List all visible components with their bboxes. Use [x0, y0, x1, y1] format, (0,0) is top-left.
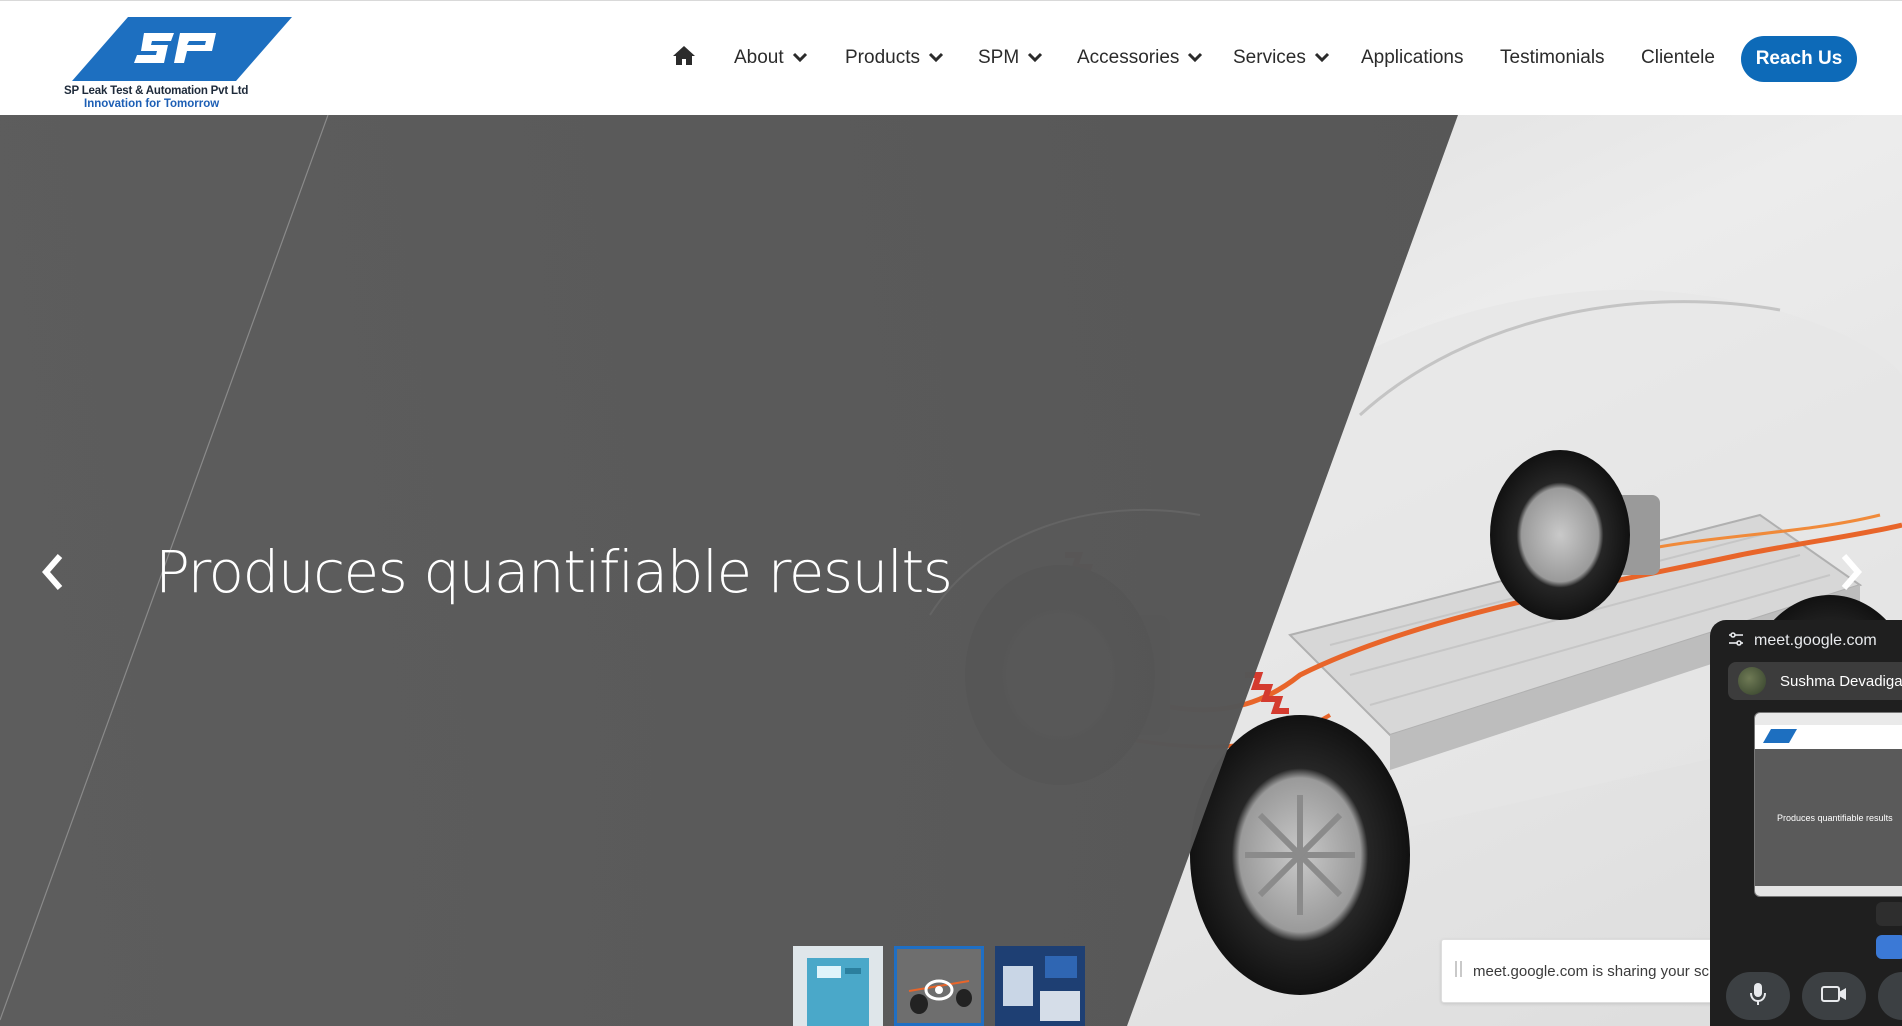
nav-item-label: Accessories	[1077, 47, 1180, 68]
leak-tester-unit-thumbnail[interactable]	[793, 946, 883, 1026]
reach-us-button[interactable]: Reach Us	[1741, 36, 1857, 82]
pip-url-text: meet.google.com	[1754, 632, 1877, 649]
pip-url-bar: meet.google.com	[1728, 630, 1877, 652]
preview-taskbar	[1755, 886, 1902, 896]
preview-title: Produces quantifiable results	[1777, 813, 1893, 823]
nav-item-services[interactable]: Services	[1233, 46, 1330, 70]
main-nav: About Products SPM Accessories Services	[0, 1, 1902, 116]
nav-item-label: Clientele	[1641, 47, 1715, 68]
site-header: SP Leak Test & Automation Pvt Ltd Innova…	[0, 0, 1902, 115]
screen-share-bar: meet.google.com is sharing your scr	[1441, 939, 1721, 1003]
nav-item-testimonials[interactable]: Testimonials	[1500, 46, 1605, 70]
ev-chassis-thumbnail[interactable]	[894, 946, 984, 1026]
chevron-down-icon	[1027, 47, 1043, 69]
nav-item-label: About	[734, 47, 784, 68]
chevron-down-icon	[928, 47, 944, 69]
nav-item-clientele[interactable]: Clientele	[1641, 46, 1715, 70]
nav-item-label: SPM	[978, 47, 1020, 68]
nav-item-about[interactable]: About	[734, 46, 808, 70]
screen-share-message: meet.google.com is sharing your scr	[1473, 962, 1714, 980]
home-icon[interactable]	[672, 44, 696, 71]
microphone-button[interactable]	[1726, 972, 1790, 1020]
chevron-left-icon[interactable]	[38, 552, 68, 597]
site-settings-icon[interactable]	[1728, 631, 1744, 652]
pip-participant[interactable]: Sushma Devadiga	[1728, 662, 1902, 700]
preview-browser-bar	[1755, 713, 1902, 725]
pip-participant-tile[interactable]	[1876, 902, 1902, 926]
camera-icon	[1821, 985, 1847, 1008]
chevron-down-icon	[1314, 47, 1330, 69]
pip-participant-tile[interactable]	[1876, 935, 1902, 959]
participant-name: Sushma Devadiga	[1780, 672, 1902, 690]
more-controls-button[interactable]	[1878, 972, 1902, 1020]
nav-item-applications[interactable]: Applications	[1361, 46, 1463, 70]
test-station-thumbnail[interactable]	[995, 946, 1085, 1026]
nav-item-label: Products	[845, 47, 920, 68]
nav-item-accessories[interactable]: Accessories	[1077, 46, 1203, 70]
nav-item-label: Applications	[1361, 47, 1464, 68]
drag-handle-icon[interactable]	[1455, 960, 1463, 982]
pip-screen-preview: Produces quantifiable results	[1754, 712, 1902, 897]
chevron-down-icon	[1187, 47, 1203, 69]
nav-item-spm[interactable]: SPM	[978, 46, 1043, 70]
meet-pip-window: meet.google.com Sushma Devadiga Produces…	[1710, 620, 1902, 1026]
chevron-down-icon	[792, 47, 808, 69]
chevron-right-icon[interactable]	[1836, 552, 1866, 597]
nav-item-label: Services	[1233, 47, 1306, 68]
preview-header	[1755, 725, 1902, 749]
hero-title: Produces quantifiable results	[155, 538, 953, 606]
hero-slider: Produces quantifiable results	[0, 115, 1902, 1026]
camera-button[interactable]	[1802, 972, 1866, 1020]
microphone-icon	[1749, 982, 1767, 1011]
nav-item-label: Testimonials	[1500, 47, 1605, 68]
avatar	[1738, 667, 1766, 695]
nav-item-products[interactable]: Products	[845, 46, 944, 70]
